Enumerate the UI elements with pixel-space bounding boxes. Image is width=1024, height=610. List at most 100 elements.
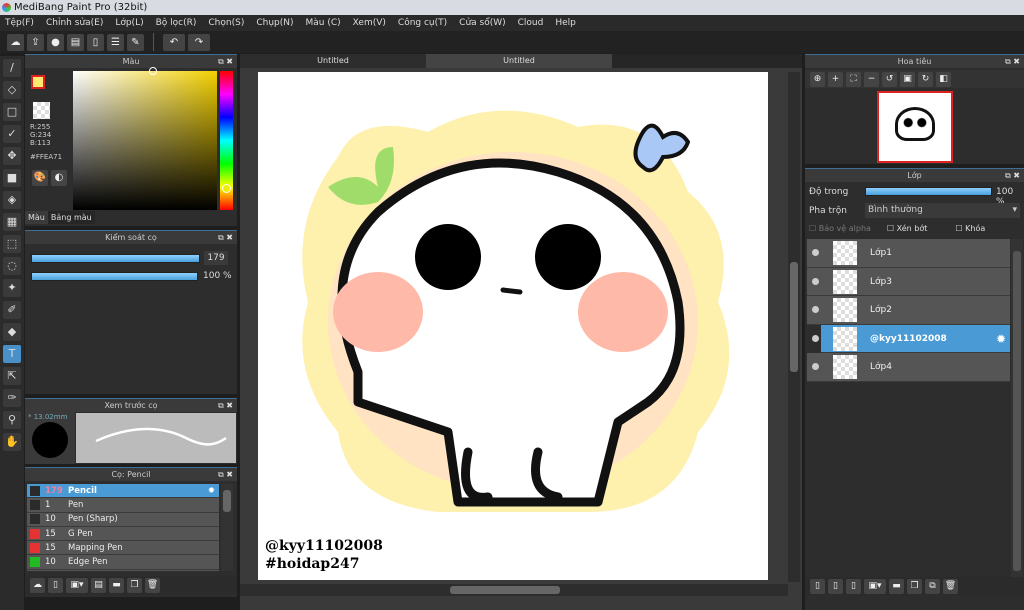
zoom-out-icon[interactable]: − <box>864 71 879 87</box>
merge-layer-icon[interactable]: ⧉ <box>925 578 940 594</box>
list-icon[interactable]: ☰ <box>107 33 124 51</box>
zoom-in-icon[interactable]: + <box>828 71 843 87</box>
delete-layer-icon[interactable]: 🗑 <box>943 578 958 594</box>
add-brush-dropdown-icon[interactable]: ▣▾ <box>66 577 88 593</box>
protect-alpha-checkbox[interactable]: ☐ Bảo vệ alpha <box>809 224 871 233</box>
visibility-toggle-icon[interactable] <box>812 306 819 313</box>
rotate-left-icon[interactable]: ↺ <box>882 71 897 87</box>
eraser-tool-icon[interactable]: ◇ <box>3 81 21 99</box>
operation-tool-icon[interactable]: ⇱ <box>3 367 21 385</box>
palette-settings-icon[interactable]: ◐ <box>51 170 67 186</box>
menu-help[interactable]: Help <box>555 15 576 31</box>
panel-close-icon[interactable]: ⧉ ✖ <box>218 55 233 68</box>
visibility-toggle-icon[interactable] <box>812 334 819 342</box>
fit-icon[interactable]: ⛶ <box>846 71 861 87</box>
brush-item[interactable]: 10 Edge Pen <box>27 555 219 570</box>
message-icon[interactable]: ▤ <box>67 33 84 51</box>
panel-close-icon[interactable]: ⧉ ✖ <box>218 231 233 244</box>
brush-item[interactable]: 10 Pen (Sharp) <box>27 512 219 527</box>
picker-handle[interactable] <box>149 67 157 75</box>
drawing-canvas[interactable] <box>258 72 768 580</box>
brush-item[interactable]: 50Stipple Pen <box>27 569 219 571</box>
brush-tool-icon[interactable]: / <box>3 59 21 77</box>
folder-icon[interactable]: ▬ <box>109 577 124 593</box>
hue-handle[interactable] <box>222 184 231 193</box>
lasso-tool-icon[interactable]: ◌ <box>3 257 21 275</box>
redo-icon[interactable]: ↷ <box>188 33 210 51</box>
gear-icon[interactable]: ✹ <box>208 486 215 496</box>
new-layer-1bit-icon[interactable]: ▯ <box>846 578 861 594</box>
select-pen-tool-icon[interactable]: ✐ <box>3 301 21 319</box>
hand-tool-icon[interactable]: ✋ <box>3 433 21 451</box>
horizontal-scrollbar[interactable] <box>240 584 788 596</box>
layer-list-scrollbar[interactable] <box>1011 239 1023 579</box>
saturation-value-picker[interactable] <box>73 71 217 210</box>
brush-size-slider[interactable] <box>31 254 200 263</box>
line-tool-icon[interactable]: ✓ <box>3 125 21 143</box>
new-brush-icon[interactable]: ▯ <box>48 577 63 593</box>
menu-color[interactable]: Màu (C) <box>306 15 341 31</box>
brush-settings-icon[interactable]: ▤ <box>91 577 106 593</box>
flip-icon[interactable]: ◧ <box>936 71 951 87</box>
layer-item[interactable]: Lớp3 <box>807 267 1010 296</box>
clipping-checkbox[interactable]: ☐ Xén bớt <box>887 224 927 233</box>
menu-view[interactable]: Xem(V) <box>353 15 386 31</box>
fill-rect-tool-icon[interactable]: ■ <box>3 169 21 187</box>
divide-tool-icon[interactable]: ✑ <box>3 389 21 407</box>
tab-untitled-1[interactable]: Untitled <box>240 54 426 68</box>
visibility-toggle-icon[interactable] <box>812 249 819 256</box>
tab-palette[interactable]: Bảng màu <box>47 211 95 224</box>
palette-icon[interactable]: 🎨 <box>32 170 48 186</box>
duplicate-icon[interactable]: ❐ <box>127 577 142 593</box>
select-eraser-tool-icon[interactable]: ◆ <box>3 323 21 341</box>
brush-item[interactable]: 179 Pencil ✹ <box>27 484 219 499</box>
vertical-scrollbar[interactable] <box>788 72 800 582</box>
tab-color[interactable]: Màu <box>25 211 48 224</box>
select-rect-tool-icon[interactable]: ⬚ <box>3 235 21 253</box>
new-layer-8bit-icon[interactable]: ▯ <box>828 578 843 594</box>
move-tool-icon[interactable]: ✥ <box>3 147 21 165</box>
edit-icon[interactable]: ✎ <box>127 33 144 51</box>
panel-close-icon[interactable]: ⧉ ✖ <box>218 399 233 412</box>
menu-select[interactable]: Chọn(S) <box>208 15 244 31</box>
panel-close-icon[interactable]: ⧉ ✖ <box>218 468 233 481</box>
foreground-color-swatch[interactable] <box>31 75 45 89</box>
lock-checkbox[interactable]: ☐ Khóa <box>955 224 985 233</box>
menu-snap[interactable]: Chụp(N) <box>256 15 293 31</box>
menu-layer[interactable]: Lớp(L) <box>115 15 143 31</box>
menu-file[interactable]: Tệp(F) <box>5 15 34 31</box>
brush-item[interactable]: 1 Pen <box>27 498 219 513</box>
layer-opacity-slider[interactable] <box>865 187 992 196</box>
shape-tool-icon[interactable]: □ <box>3 103 21 121</box>
panel-close-icon[interactable]: ⧉ ✖ <box>1005 169 1020 182</box>
delete-icon[interactable]: 🗑 <box>145 577 160 593</box>
navigator-thumbnail[interactable] <box>877 91 953 163</box>
panel-close-icon[interactable]: ⧉ ✖ <box>1005 55 1020 68</box>
blend-mode-select[interactable]: Bình thường ▾ <box>865 203 1020 218</box>
menu-filter[interactable]: Bộ lọc(R) <box>156 15 197 31</box>
brush-item[interactable]: 15 Mapping Pen <box>27 541 219 556</box>
zoom-icon[interactable]: ⊕ <box>810 71 825 87</box>
layer-item[interactable]: @kyy11102008 ✹ <box>812 324 1010 353</box>
gear-icon[interactable]: ✹ <box>996 332 1006 346</box>
eyedropper-tool-icon[interactable]: ⚲ <box>3 411 21 429</box>
brush-item[interactable]: 15 G Pen <box>27 526 219 542</box>
new-layer-icon[interactable]: ▯ <box>810 578 825 594</box>
brush-list-scrollbar[interactable] <box>221 484 233 571</box>
bucket-tool-icon[interactable]: ◈ <box>3 191 21 209</box>
visibility-toggle-icon[interactable] <box>812 277 819 285</box>
layer-item[interactable]: Lớp4 <box>807 353 1010 382</box>
layer-item[interactable]: Lớp1 <box>807 239 1010 268</box>
menu-window[interactable]: Cửa sổ(W) <box>459 15 505 31</box>
duplicate-layer-icon[interactable]: ❐ <box>907 578 922 594</box>
magic-wand-tool-icon[interactable]: ✦ <box>3 279 21 297</box>
visibility-toggle-icon[interactable] <box>812 363 819 370</box>
cloud-brush-icon[interactable]: ☁ <box>30 577 45 593</box>
reset-rotate-icon[interactable]: ▣ <box>900 71 915 87</box>
share-icon[interactable]: ⇪ <box>27 33 44 51</box>
transparent-swatch[interactable] <box>33 102 50 119</box>
add-layer-dropdown-icon[interactable]: ▣▾ <box>864 578 886 594</box>
brush-opacity-slider[interactable] <box>31 272 198 281</box>
cloud-icon[interactable]: ☁ <box>7 33 24 51</box>
undo-icon[interactable]: ↶ <box>163 33 185 51</box>
